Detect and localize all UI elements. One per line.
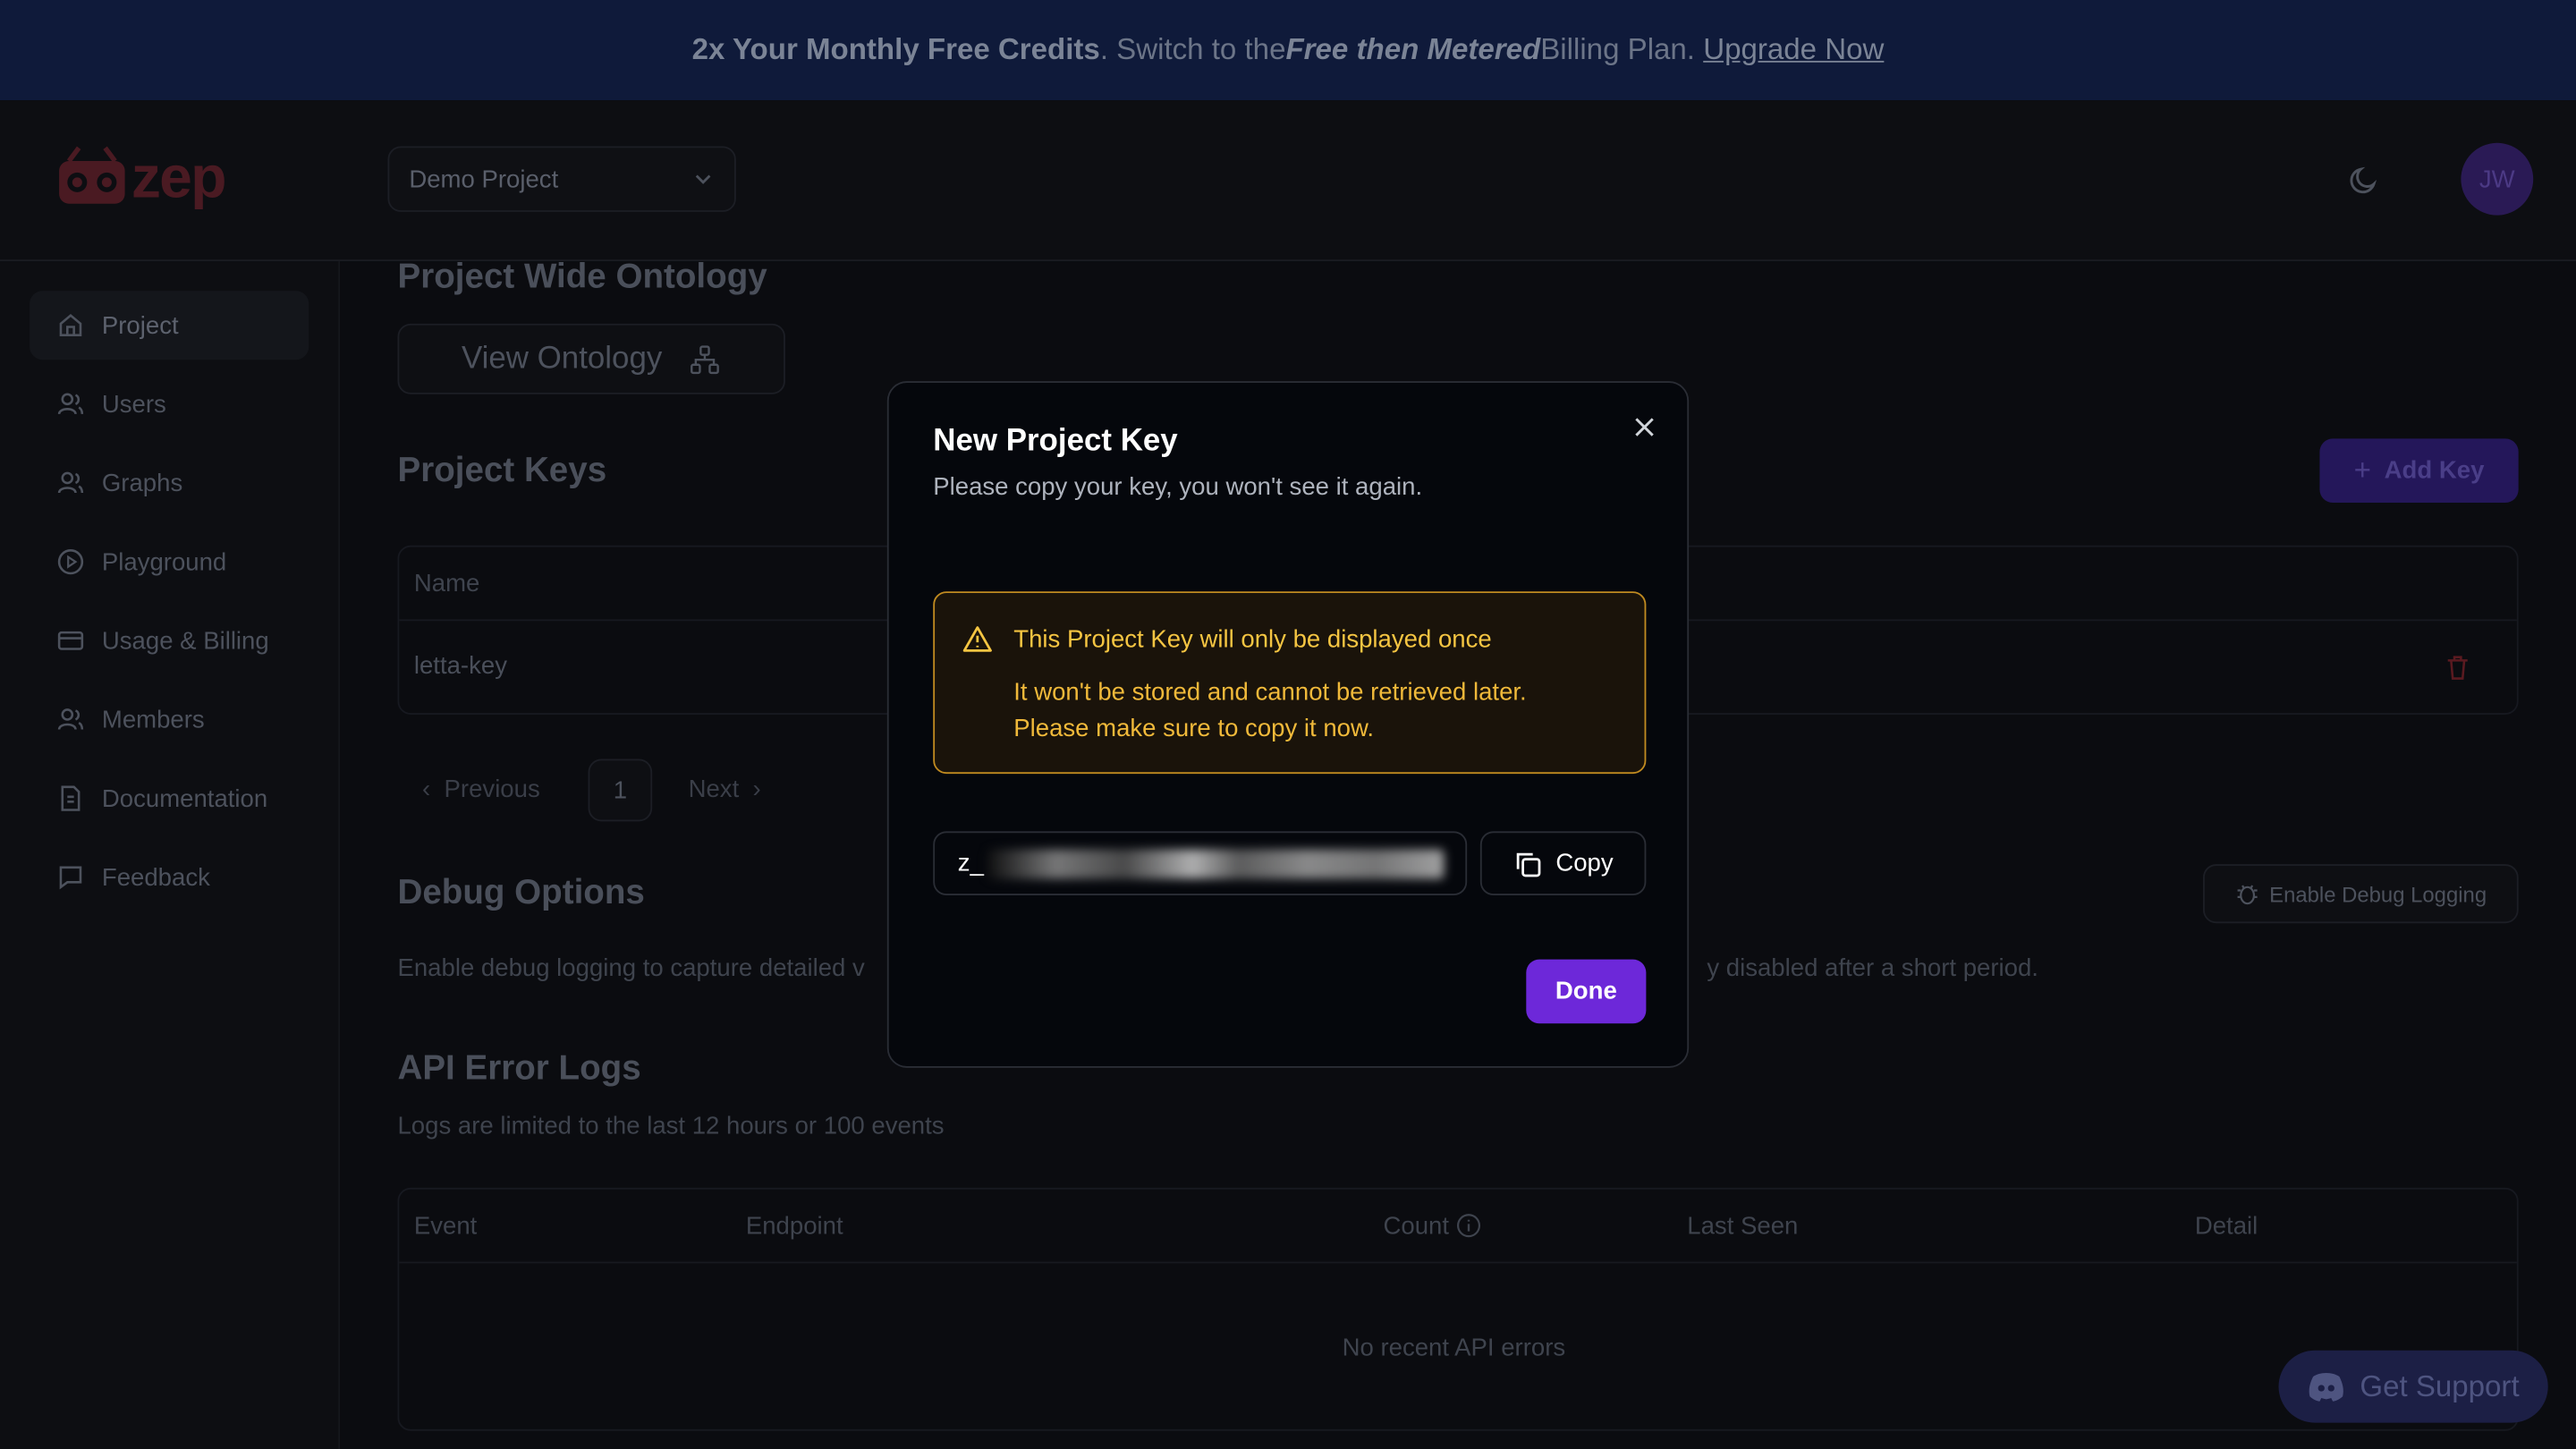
count-label: Count bbox=[1383, 1212, 1450, 1241]
chevron-down-icon bbox=[695, 174, 711, 184]
modal-title: New Project Key bbox=[933, 423, 1178, 459]
sidebar-item-label: Members bbox=[101, 705, 205, 734]
sidebar-item-label: Feedback bbox=[101, 863, 210, 892]
warning-body: It won't be stored and cannot be retriev… bbox=[1013, 675, 1526, 748]
close-icon[interactable] bbox=[1628, 411, 1661, 444]
chat-icon bbox=[59, 866, 82, 890]
warning-line: It won't be stored and cannot be retriev… bbox=[1013, 678, 1527, 707]
empty-state: No recent API errors bbox=[1342, 1334, 1566, 1362]
previous-button[interactable]: ‹ Previous bbox=[422, 775, 540, 803]
column-header-last-seen: Last Seen bbox=[1687, 1212, 1799, 1241]
moon-icon[interactable] bbox=[2346, 163, 2382, 199]
column-header-endpoint: Endpoint bbox=[745, 1212, 843, 1241]
info-icon[interactable] bbox=[1456, 1212, 1482, 1238]
graph-icon bbox=[57, 471, 84, 494]
sidebar-item-documentation[interactable]: Documentation bbox=[30, 764, 309, 833]
table-divider bbox=[399, 1261, 2517, 1264]
sidebar-item-users[interactable]: Users bbox=[30, 369, 309, 438]
sidebar-item-label: Users bbox=[101, 390, 166, 419]
plus-icon: + bbox=[2353, 453, 2371, 487]
view-ontology-label: View Ontology bbox=[461, 341, 663, 376]
members-icon bbox=[57, 708, 84, 730]
trash-icon[interactable] bbox=[2443, 652, 2472, 682]
project-select-value: Demo Project bbox=[409, 165, 559, 193]
banner-credits: 2x Your Monthly Free Credits bbox=[691, 32, 1100, 66]
copy-button[interactable]: Copy bbox=[1479, 831, 1647, 896]
errors-description: Logs are limited to the last 12 hours or… bbox=[397, 1112, 945, 1140]
done-button[interactable]: Done bbox=[1526, 959, 1647, 1024]
page-number: 1 bbox=[613, 775, 628, 805]
column-header-name: Name bbox=[413, 570, 480, 598]
debug-button-label: Enable Debug Logging bbox=[2269, 881, 2487, 906]
sidebar-item-usage-billing[interactable]: Usage & Billing bbox=[30, 606, 309, 675]
warning-title: This Project Key will only be displayed … bbox=[1013, 625, 1492, 655]
errors-table: Event Endpoint Count Last Seen Detail No… bbox=[397, 1187, 2519, 1431]
zep-logo[interactable]: zep bbox=[55, 142, 227, 212]
promo-banner: 2x Your Monthly Free Credits . Switch to… bbox=[0, 0, 2576, 101]
column-header-event: Event bbox=[413, 1212, 478, 1241]
chevron-right-icon: › bbox=[752, 775, 761, 804]
banner-text: . Switch to the bbox=[1099, 32, 1286, 66]
project-select[interactable]: Demo Project bbox=[387, 146, 736, 212]
keys-title: Project Keys bbox=[397, 452, 607, 490]
previous-label: Previous bbox=[444, 775, 540, 804]
hierarchy-icon bbox=[691, 344, 719, 374]
play-icon bbox=[57, 549, 84, 575]
banner-text-2: Billing Plan. bbox=[1540, 32, 1696, 66]
add-key-label: Add Key bbox=[2384, 456, 2485, 485]
warning-alert: This Project Key will only be displayed … bbox=[933, 591, 1647, 775]
new-key-modal: New Project Key Please copy your key, yo… bbox=[886, 381, 1690, 1068]
add-key-button[interactable]: + Add Key bbox=[2319, 438, 2519, 504]
copy-label: Copy bbox=[1555, 849, 1614, 877]
next-label: Next bbox=[688, 775, 740, 804]
sidebar-item-label: Playground bbox=[101, 547, 227, 576]
sidebar-item-feedback[interactable]: Feedback bbox=[30, 843, 309, 911]
document-icon bbox=[61, 785, 80, 811]
project-key-field[interactable]: z_ bbox=[933, 831, 1468, 896]
home-icon bbox=[59, 313, 82, 336]
avatar[interactable]: JW bbox=[2461, 142, 2534, 216]
column-header-count: Count bbox=[1383, 1212, 1483, 1241]
debug-title: Debug Options bbox=[397, 874, 645, 912]
redacted-key bbox=[987, 849, 1445, 879]
sidebar-item-label: Project bbox=[101, 311, 179, 340]
modal-subtitle: Please copy your key, you won't see it a… bbox=[933, 472, 1423, 502]
bug-icon bbox=[2238, 885, 2258, 905]
get-support-button[interactable]: Get Support bbox=[2278, 1350, 2548, 1423]
warning-line: Please make sure to copy it now. bbox=[1013, 714, 1374, 743]
users-icon bbox=[57, 393, 84, 415]
debug-description-end: y disabled after a short period. bbox=[1707, 954, 2038, 983]
sidebar-item-project[interactable]: Project bbox=[30, 291, 309, 360]
sidebar: Project Users Graphs Playground Usage & … bbox=[0, 261, 341, 1449]
banner-plan: Free then Metered bbox=[1285, 32, 1541, 66]
next-button[interactable]: Next › bbox=[689, 775, 761, 803]
sidebar-item-playground[interactable]: Playground bbox=[30, 528, 309, 597]
sidebar-item-members[interactable]: Members bbox=[30, 685, 309, 754]
sidebar-item-label: Graphs bbox=[101, 469, 183, 497]
upgrade-link[interactable]: Upgrade Now bbox=[1703, 33, 1884, 68]
sidebar-item-label: Documentation bbox=[101, 784, 268, 813]
column-header-detail: Detail bbox=[2194, 1212, 2258, 1241]
support-label: Get Support bbox=[2360, 1368, 2520, 1402]
ontology-title: Project Wide Ontology bbox=[397, 258, 767, 296]
enable-debug-logging-button[interactable]: Enable Debug Logging bbox=[2203, 864, 2519, 924]
logo-icon bbox=[55, 145, 128, 210]
top-header: zep Demo Project JW bbox=[0, 100, 2576, 262]
key-value: z_ bbox=[957, 849, 984, 877]
logo-text: zep bbox=[131, 142, 227, 211]
debug-description: Enable debug logging to capture detailed… bbox=[397, 954, 865, 983]
sidebar-item-label: Usage & Billing bbox=[101, 626, 269, 655]
view-ontology-button[interactable]: View Ontology bbox=[397, 323, 785, 394]
credit-card-icon bbox=[57, 631, 84, 650]
page-button-1[interactable]: 1 bbox=[588, 758, 653, 822]
discord-icon bbox=[2309, 1373, 2344, 1402]
table-row: letta-key bbox=[413, 652, 507, 681]
warning-icon bbox=[962, 626, 992, 652]
sidebar-item-graphs[interactable]: Graphs bbox=[30, 448, 309, 517]
errors-title: API Error Logs bbox=[397, 1049, 641, 1088]
chevron-left-icon: ‹ bbox=[422, 775, 431, 804]
copy-icon bbox=[1516, 852, 1541, 877]
